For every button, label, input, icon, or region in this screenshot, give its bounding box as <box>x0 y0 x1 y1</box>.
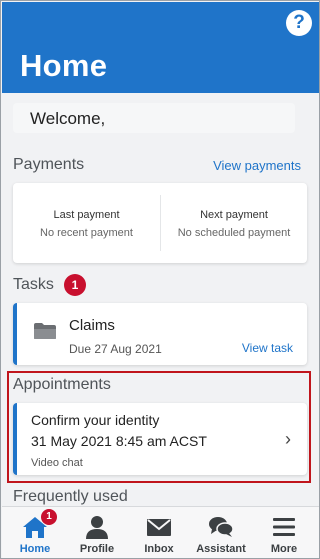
next-payment-value: No scheduled payment <box>177 227 291 239</box>
nav-inbox-label: Inbox <box>144 543 174 555</box>
nav-inbox[interactable]: Inbox <box>129 507 189 558</box>
nav-profile-label: Profile <box>79 543 115 555</box>
payments-heading: Payments <box>13 156 85 173</box>
folder-icon <box>34 323 56 339</box>
last-payment-value: No recent payment <box>40 227 133 239</box>
appointment-type: Video chat <box>31 457 83 469</box>
envelope-icon <box>147 519 171 536</box>
app-header: ? Home <box>2 2 319 93</box>
chat-bubbles-icon <box>209 517 234 537</box>
appointment-card[interactable]: Confirm your identity 31 May 2021 8:45 a… <box>13 403 307 475</box>
last-payment-panel: Last payment No recent payment <box>13 183 160 263</box>
next-payment-panel: Next payment No scheduled payment <box>160 195 307 251</box>
frequently-used-heading: Frequently used <box>13 488 128 505</box>
view-payments-link[interactable]: View payments <box>213 158 301 173</box>
home-notification-badge: 1 <box>41 509 57 525</box>
task-title: Claims <box>69 317 115 334</box>
task-due-date: Due 27 Aug 2021 <box>69 342 162 356</box>
nav-home[interactable]: 1 Home <box>5 507 65 558</box>
appointment-datetime: 31 May 2021 8:45 am ACST <box>31 433 207 449</box>
nav-assistant[interactable]: Assistant <box>191 507 251 558</box>
task-card-claims[interactable]: Claims Due 27 Aug 2021 View task <box>13 303 307 365</box>
payments-card: Last payment No recent payment Next paym… <box>13 183 307 263</box>
app-screen: ? Home Welcome, Payments View payments L… <box>0 0 320 559</box>
appointments-heading: Appointments <box>13 376 111 393</box>
bottom-nav: 1 Home Profile Inbox Assistant More <box>2 506 319 558</box>
tasks-heading: Tasks <box>13 276 54 293</box>
person-icon <box>86 516 108 539</box>
nav-assistant-label: Assistant <box>196 543 246 555</box>
view-task-link[interactable]: View task <box>242 341 293 355</box>
next-payment-title: Next payment <box>200 209 268 221</box>
chevron-right-icon: › <box>285 429 291 449</box>
tasks-count-badge: 1 <box>64 274 86 296</box>
page-title: Home <box>20 48 108 83</box>
question-circle-icon[interactable]: ? <box>286 10 312 36</box>
nav-more[interactable]: More <box>254 507 314 558</box>
welcome-text: Welcome, <box>30 109 106 128</box>
menu-icon <box>273 518 295 536</box>
appointment-title: Confirm your identity <box>31 412 160 428</box>
nav-home-label: Home <box>19 543 51 555</box>
nav-more-label: More <box>270 543 298 555</box>
last-payment-title: Last payment <box>53 209 120 221</box>
welcome-banner: Welcome, <box>13 103 295 133</box>
nav-profile[interactable]: Profile <box>67 507 127 558</box>
